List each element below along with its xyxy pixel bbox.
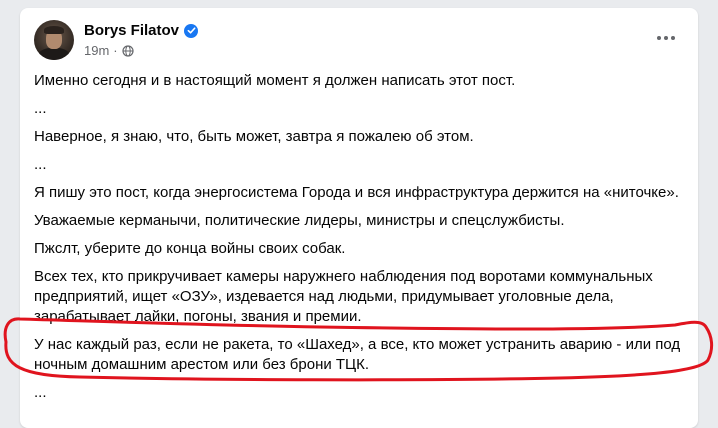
post-header: Borys Filatov 19m · [34,20,684,64]
post-paragraph: Всех тех, кто прикручивает камеры наружн… [34,268,653,325]
author-name[interactable]: Borys Filatov [84,22,179,39]
post-paragraph: Пжслт, уберите до конца войны своих соба… [34,240,346,257]
menu-dot [671,36,675,40]
avatar-body [38,48,70,60]
menu-dot [664,36,668,40]
author-avatar[interactable] [34,20,74,60]
avatar-hair [44,26,64,34]
post-meta: 19m · [84,43,134,58]
post-card: Borys Filatov 19m · Именно сегодня и в н… [20,8,698,428]
post-paragraph: Уважаемые керманычи, политические лидеры… [34,212,565,229]
meta-separator: · [113,43,118,58]
post-ellipsis: ... [34,100,47,117]
highlighted-paragraph: У нас каждый раз, если не ракета, то «Ша… [34,336,681,373]
post-body: Именно сегодня и в настоящий момент я до… [34,71,684,411]
post-timestamp[interactable]: 19m [84,43,109,58]
post-ellipsis: ... [34,384,47,401]
verified-badge-icon [184,23,199,38]
post-paragraph: Я пишу это пост, когда энергосистема Гор… [34,184,679,201]
more-options-icon[interactable] [654,30,678,46]
post-paragraph: Наверное, я знаю, что, быть может, завтр… [34,128,474,145]
post-paragraph: Именно сегодня и в настоящий момент я до… [34,72,516,89]
menu-dot [657,36,661,40]
author-name-row: Borys Filatov [84,22,199,39]
post-ellipsis: ... [34,156,47,173]
globe-icon[interactable] [122,44,134,57]
